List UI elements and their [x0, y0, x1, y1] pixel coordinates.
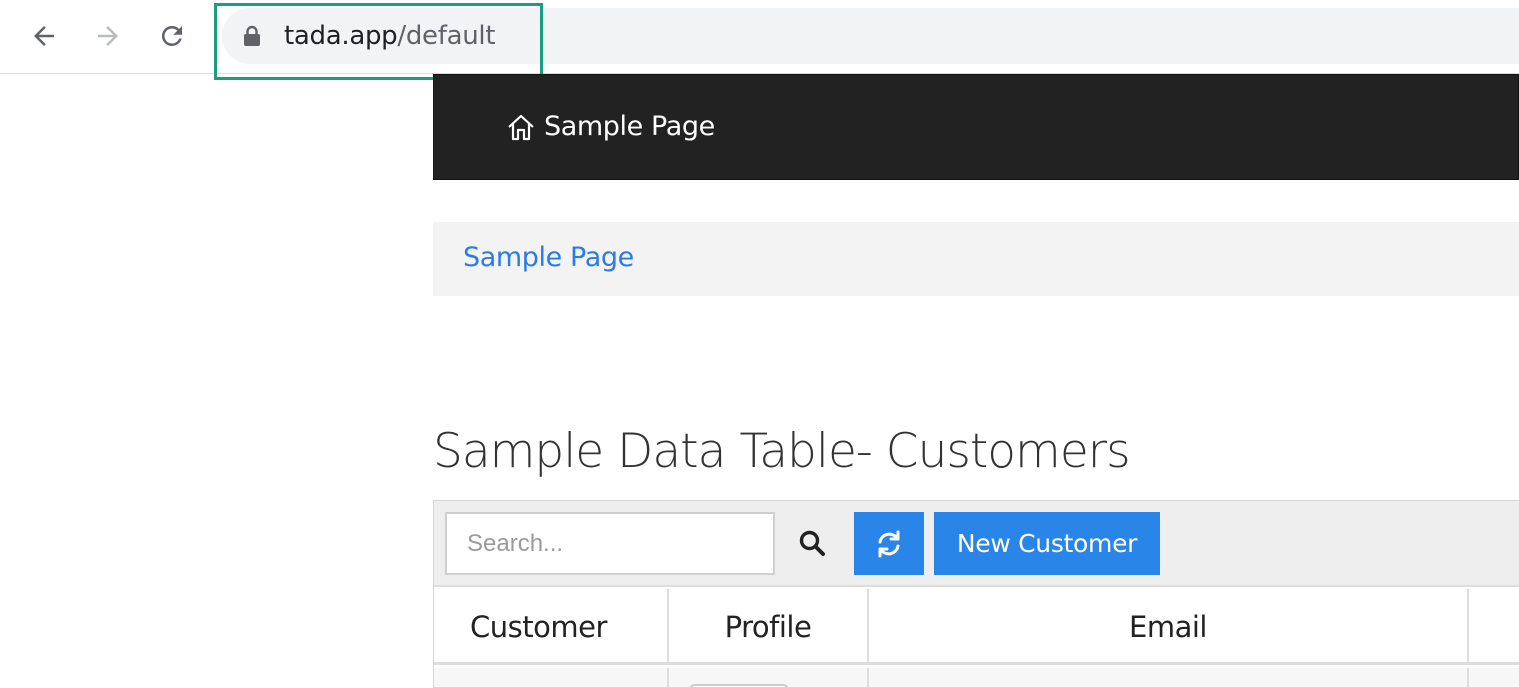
new-customer-button[interactable]: New Customer	[934, 512, 1160, 575]
profile-image	[689, 684, 789, 687]
arrow-right-icon	[98, 26, 118, 46]
home-icon	[508, 114, 534, 140]
column-header-overflow	[1469, 589, 1519, 665]
cell-customer	[434, 668, 669, 687]
arrow-left-icon	[34, 26, 54, 46]
reload-icon	[161, 25, 182, 46]
column-header-email[interactable]: Email	[869, 589, 1469, 665]
breadcrumb-item-sample-page[interactable]: Sample Page	[463, 242, 634, 273]
breadcrumb: Sample Page	[433, 222, 1519, 296]
cell-profile	[669, 668, 869, 687]
customers-table-panel: New Customer Customer Profile Email	[433, 500, 1519, 688]
cell-email	[869, 668, 1469, 687]
app-navbar: Sample Page	[433, 74, 1519, 180]
brand-label: Sample Page	[544, 111, 715, 142]
column-header-customer[interactable]: Customer	[434, 589, 669, 665]
search-input[interactable]	[445, 512, 775, 575]
reload-button[interactable]	[150, 14, 194, 58]
search-button[interactable]	[792, 521, 832, 565]
table-row[interactable]	[434, 668, 1519, 687]
page-title: Sample Data Table- Customers	[433, 424, 1131, 479]
refresh-icon	[878, 530, 900, 557]
url-highlight-box	[214, 3, 543, 80]
column-header-profile[interactable]: Profile	[669, 589, 869, 665]
search-icon	[799, 530, 825, 556]
forward-button[interactable]	[86, 14, 130, 58]
back-button[interactable]	[22, 14, 66, 58]
refresh-button[interactable]	[854, 512, 924, 575]
table-toolbar: New Customer	[434, 501, 1519, 587]
brand-link[interactable]: Sample Page	[506, 111, 715, 142]
table-header-row: Customer Profile Email	[434, 589, 1519, 665]
